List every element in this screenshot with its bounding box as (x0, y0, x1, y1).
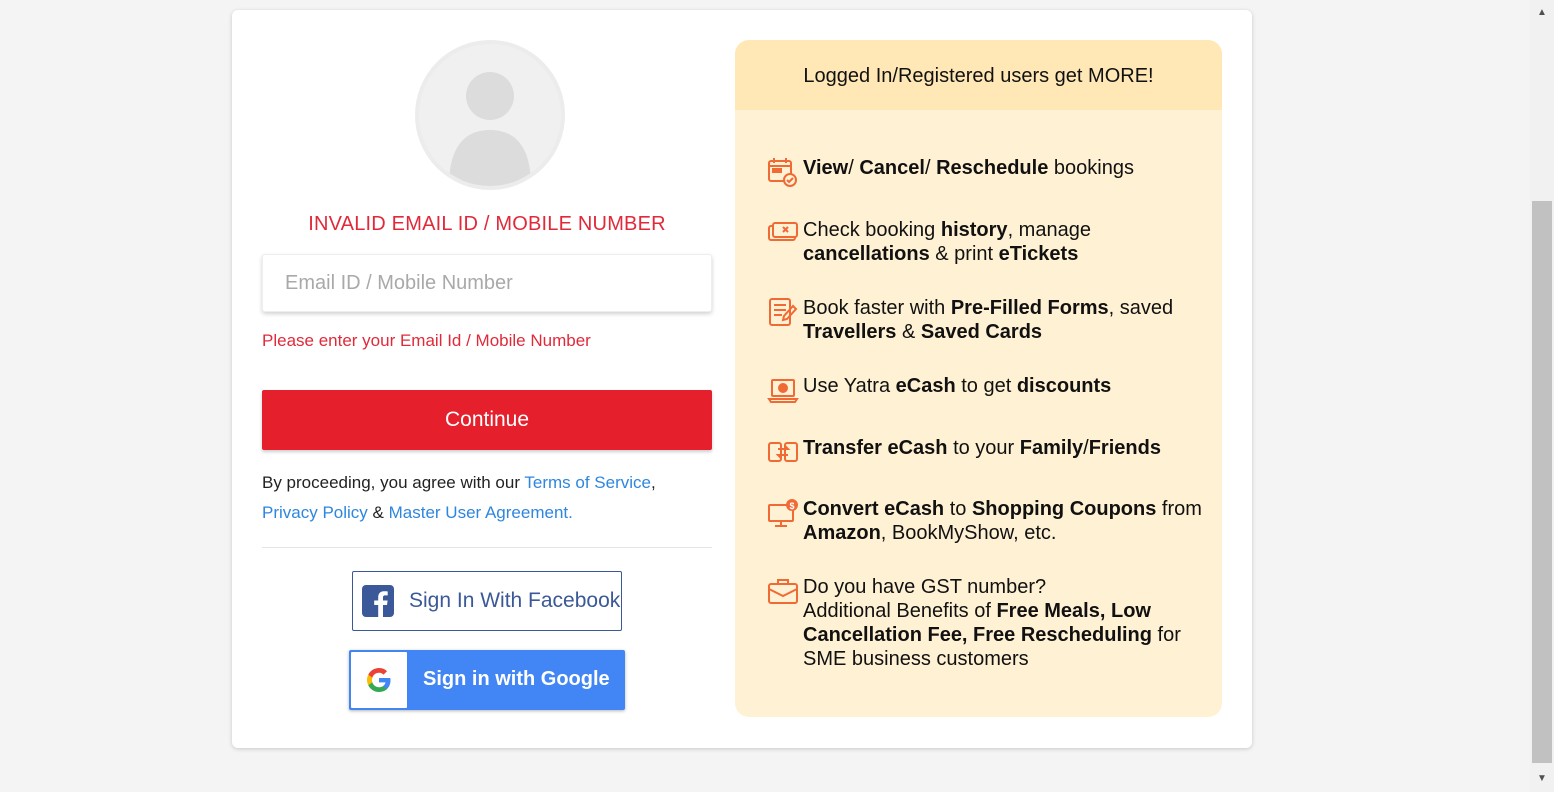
google-signin-button[interactable]: Sign in with Google (349, 650, 625, 710)
google-icon (351, 652, 407, 708)
terms-ampersand: & (367, 503, 389, 522)
transfer-ecash-icon (767, 436, 799, 466)
benefit-text: Transfer eCash to your Family/Friends (803, 437, 1161, 459)
benefit-text: Use Yatra eCash to get discounts (803, 375, 1112, 397)
terms-text: By proceeding, you agree with our Terms … (262, 468, 722, 528)
scroll-down-arrow-icon[interactable]: ▼ (1530, 770, 1554, 788)
benefits-panel: Logged In/Registered users get MORE! Vie… (735, 40, 1222, 717)
monitor-coupon-icon: $ (767, 497, 799, 527)
benefit-text: View/ Cancel/ Reschedule bookings (803, 157, 1134, 179)
laptop-ecash-icon (767, 374, 799, 404)
calendar-check-icon (767, 156, 799, 187)
scrollbar-thumb[interactable] (1532, 201, 1552, 763)
scroll-up-arrow-icon[interactable]: ▲ (1530, 4, 1554, 22)
benefit-text: Check booking history, manage cancellati… (803, 219, 1091, 265)
login-card: INVALID EMAIL ID / MOBILE NUMBER Please … (232, 10, 1252, 748)
terms-of-service-link[interactable]: Terms of Service (524, 473, 651, 492)
briefcase-icon (767, 575, 799, 605)
avatar-placeholder-icon (415, 40, 565, 190)
ticket-cancel-icon (767, 218, 799, 248)
benefit-text: Do you have GST number? Additional Benefi… (803, 576, 1181, 670)
form-icon (767, 296, 799, 326)
error-title: INVALID EMAIL ID / MOBILE NUMBER (308, 213, 666, 235)
benefit-text: Convert eCash to Shopping Coupons from A… (803, 498, 1202, 544)
facebook-signin-label: Sign In With Facebook (409, 589, 621, 612)
benefits-header: Logged In/Registered users get MORE! (735, 40, 1222, 110)
email-error-message: Please enter your Email Id / Mobile Numb… (262, 331, 591, 350)
benefit-text: Book faster with Pre-Filled Forms, saved… (803, 297, 1174, 343)
divider (262, 547, 712, 548)
facebook-signin-button[interactable]: Sign In With Facebook (352, 571, 622, 631)
google-signin-label: Sign in with Google (423, 668, 610, 690)
svg-text:$: $ (789, 501, 794, 511)
facebook-icon (362, 585, 394, 617)
terms-comma: , (651, 473, 656, 492)
continue-button[interactable]: Continue (262, 390, 712, 450)
email-mobile-input[interactable] (262, 254, 712, 312)
page-scrollbar[interactable]: ▲ ▼ (1530, 0, 1554, 792)
terms-prefix: By proceeding, you agree with our (262, 473, 525, 492)
master-user-agreement-link[interactable]: Master User Agreement. (389, 503, 573, 522)
privacy-policy-link[interactable]: Privacy Policy (262, 503, 368, 522)
